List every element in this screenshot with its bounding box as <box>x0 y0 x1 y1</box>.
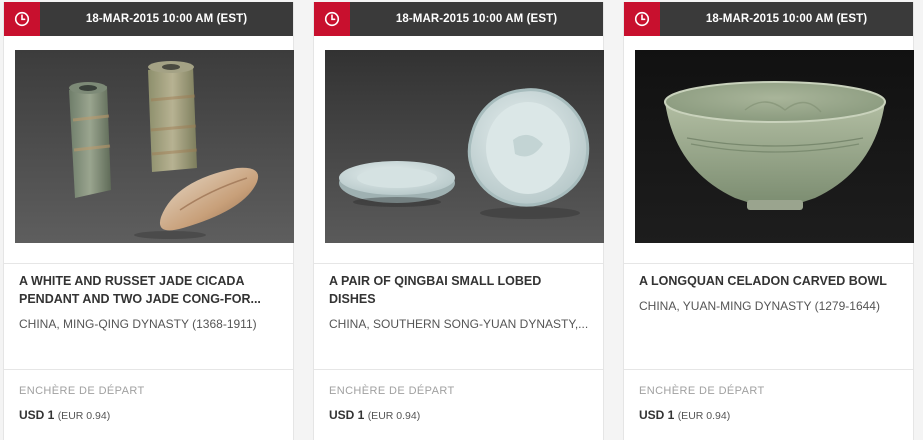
price-usd: USD 1 <box>639 408 675 422</box>
divider <box>624 369 913 370</box>
auction-date: 18-MAR-2015 10:00 AM (EST) <box>705 13 868 25</box>
lot-subtitle: CHINA, SOUTHERN SONG-YUAN DYNASTY,... <box>329 317 589 331</box>
price-eur: (EUR 0.94) <box>367 410 421 422</box>
clock-icon-box <box>4 2 40 36</box>
clock-icon <box>324 11 340 27</box>
lot-image[interactable] <box>635 50 914 243</box>
auction-date: 18-MAR-2015 10:00 AM (EST) <box>85 13 248 25</box>
starting-bid-label: ENCHÈRE DE DÉPART <box>329 385 455 397</box>
divider <box>4 369 293 370</box>
lot-title[interactable]: A WHITE AND RUSSET JADE CICADA PENDANT A… <box>19 272 279 308</box>
lot-image[interactable] <box>15 50 294 243</box>
lot-title[interactable]: A LONGQUAN CELADON CARVED BOWL <box>639 272 899 290</box>
price-usd: USD 1 <box>19 408 55 422</box>
starting-bid-label: ENCHÈRE DE DÉPART <box>639 385 765 397</box>
lot-card-2[interactable]: 18-MAR-2015 10:00 AM (EST) A PAIR OF QIN… <box>313 2 604 440</box>
price-eur: (EUR 0.94) <box>677 410 731 422</box>
auction-date-bar: 18-MAR-2015 10:00 AM (EST) <box>4 2 293 36</box>
divider <box>314 369 603 370</box>
divider <box>314 263 603 264</box>
starting-bid-price: USD 1 (EUR 0.94) <box>19 408 110 422</box>
auction-date-bar: 18-MAR-2015 10:00 AM (EST) <box>314 2 603 36</box>
divider <box>624 263 913 264</box>
auction-date-bar: 18-MAR-2015 10:00 AM (EST) <box>624 2 913 36</box>
lot-card-1[interactable]: 18-MAR-2015 10:00 AM (EST) A WHITE AND R… <box>3 2 294 440</box>
starting-bid-price: USD 1 (EUR 0.94) <box>329 408 420 422</box>
lot-subtitle: CHINA, MING-QING DYNASTY (1368-1911) <box>19 317 257 331</box>
lot-image[interactable] <box>325 50 604 243</box>
clock-icon-box <box>624 2 660 36</box>
lot-card-3[interactable]: 18-MAR-2015 10:00 AM (EST) A LONGQUAN CE… <box>623 2 914 440</box>
price-eur: (EUR 0.94) <box>57 410 111 422</box>
lot-subtitle: CHINA, YUAN-MING DYNASTY (1279-1644) <box>639 299 880 313</box>
clock-icon-box <box>314 2 350 36</box>
clock-icon <box>14 11 30 27</box>
divider <box>4 263 293 264</box>
auction-date: 18-MAR-2015 10:00 AM (EST) <box>395 13 558 25</box>
clock-icon <box>634 11 650 27</box>
starting-bid-label: ENCHÈRE DE DÉPART <box>19 385 145 397</box>
starting-bid-price: USD 1 (EUR 0.94) <box>639 408 730 422</box>
price-usd: USD 1 <box>329 408 365 422</box>
lot-title[interactable]: A PAIR OF QINGBAI SMALL LOBED DISHES <box>329 272 589 308</box>
